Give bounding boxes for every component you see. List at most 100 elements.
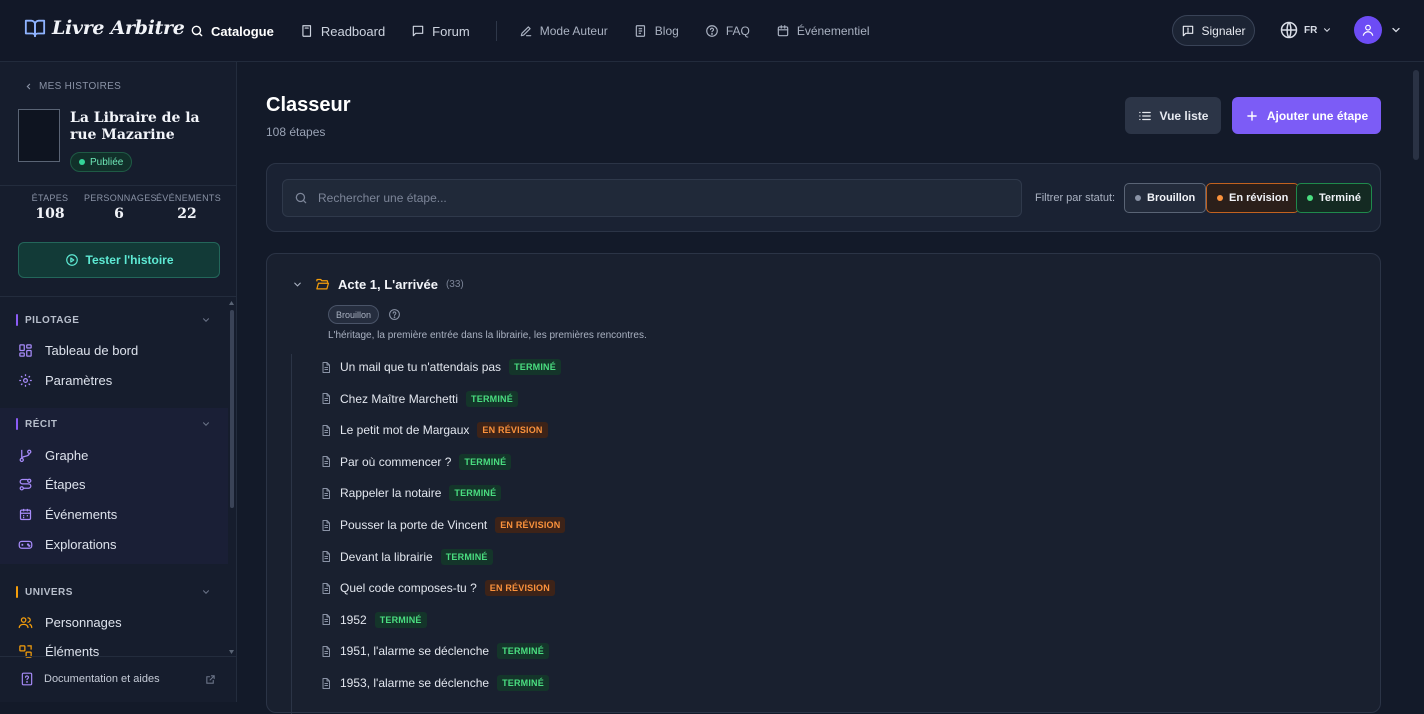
document-icon — [320, 455, 332, 468]
step-row[interactable]: Le petit mot de Margaux EN RÉVISION — [320, 422, 548, 439]
story-cover-image — [18, 109, 60, 162]
step-title: 1953, l'alarme se déclenche — [340, 676, 490, 690]
document-icon — [320, 645, 332, 658]
nav-evenementiel-label: Événementiel — [796, 24, 870, 38]
user-icon — [1361, 23, 1375, 37]
add-step-button[interactable]: Ajouter une étape — [1232, 97, 1381, 134]
divider — [0, 185, 237, 186]
filter-draft-chip[interactable]: Brouillon — [1124, 183, 1207, 213]
nav-divider — [495, 21, 497, 41]
sidebar-item-graph[interactable]: Graphe — [18, 448, 88, 463]
act-status-badge: Brouillon — [328, 305, 380, 324]
step-row[interactable]: Rappeler la notaire TERMINÉ — [320, 485, 502, 502]
step-row[interactable]: Chez Maître Marchetti TERMINÉ — [320, 390, 518, 407]
section-pilotage[interactable]: PILOTAGE — [16, 314, 79, 326]
sidebar-item-characters[interactable]: Personnages — [18, 615, 122, 630]
sidebar-item-label: Étapes — [45, 477, 86, 492]
step-row[interactable]: 1951, l'alarme se déclenche TERMINÉ — [320, 643, 549, 660]
sidebar-item-label: Graphe — [45, 448, 89, 463]
step-title: Rappeler la notaire — [340, 486, 442, 501]
step-row[interactable]: Par où commencer ? TERMINÉ — [320, 453, 512, 470]
step-title: Quel code composes-tu ? — [340, 581, 477, 596]
act-description: L'héritage, la première entrée dans la l… — [328, 330, 647, 341]
filter-review-chip[interactable]: En révision — [1206, 183, 1300, 213]
back-to-stories-link[interactable]: MES HISTOIRES — [24, 81, 121, 92]
sidebar-item-events[interactable]: Événements — [18, 507, 117, 522]
filter-chip-label: En révision — [1229, 192, 1289, 204]
globe-icon — [1279, 20, 1299, 40]
documentation-link[interactable]: Documentation et aides — [20, 672, 160, 686]
step-status-badge: TERMINÉ — [459, 453, 512, 470]
step-status-badge: TERMINÉ — [449, 485, 502, 502]
help-circle-icon[interactable] — [388, 308, 401, 321]
sidebar-item-dashboard[interactable]: Tableau de bord — [18, 343, 138, 358]
story-title: La Libraire de la rue Mazarine — [70, 110, 200, 143]
nav-faq[interactable]: FAQ — [705, 24, 750, 38]
help-circle-icon — [705, 24, 719, 38]
sidebar-item-settings[interactable]: Paramètres — [18, 373, 112, 388]
sidebar-scrollbar-thumb[interactable] — [230, 310, 234, 508]
search-icon — [190, 24, 204, 38]
app-logo[interactable]: Livre Arbitre — [24, 17, 185, 39]
step-status-badge: TERMINÉ — [440, 548, 493, 565]
nav-catalogue[interactable]: Catalogue — [190, 24, 274, 39]
report-button[interactable]: Signaler — [1172, 15, 1255, 46]
tree-connector — [291, 354, 292, 714]
step-row[interactable]: 1953, l'alarme se déclenche TERMINÉ — [320, 675, 549, 691]
search-input[interactable] — [318, 191, 998, 205]
user-menu-chevron-icon[interactable] — [1390, 24, 1402, 36]
document-icon — [320, 361, 332, 374]
nav-forum[interactable]: Forum — [411, 24, 470, 39]
search-icon — [294, 191, 308, 205]
status-badge: Publiée — [70, 152, 133, 172]
user-avatar[interactable] — [1354, 16, 1382, 44]
filter-done-chip[interactable]: Terminé — [1296, 183, 1372, 213]
step-row[interactable]: 1952 TERMINÉ — [320, 611, 427, 628]
nav-evenementiel[interactable]: Événementiel — [776, 24, 870, 38]
section-accent-bar — [16, 418, 18, 430]
step-row[interactable]: Quel code composes-tu ? EN RÉVISION — [320, 580, 555, 597]
status-dot — [79, 159, 85, 165]
section-univers[interactable]: UNIVERS — [16, 586, 73, 598]
page-scrollbar-thumb[interactable] — [1413, 70, 1419, 160]
search-box[interactable] — [282, 179, 1022, 217]
stat-characters: PERSONNAGES 6 — [84, 193, 157, 222]
step-row[interactable]: Devant la librairie TERMINÉ — [320, 548, 493, 565]
step-row[interactable]: Pousser la porte de Vincent EN RÉVISION — [320, 517, 566, 533]
step-title: Chez Maître Marchetti — [340, 391, 459, 406]
external-link-icon — [205, 674, 216, 685]
chevron-down-icon[interactable] — [201, 419, 211, 429]
language-code: FR — [1304, 24, 1318, 36]
chevron-down-icon — [292, 279, 303, 290]
gamepad-icon — [18, 537, 33, 552]
act-title: Acte 1, L'arrivée — [338, 277, 438, 292]
stat-label: ÉVÉNEMENTS — [156, 193, 222, 203]
document-icon — [320, 424, 332, 437]
document-icon — [320, 487, 332, 500]
sidebar: MES HISTOIRES La Libraire de la rue Maza… — [0, 62, 237, 702]
status-dot — [1217, 195, 1223, 201]
step-row[interactable]: Un mail que tu n'attendais pas TERMINÉ — [320, 359, 561, 375]
sidebar-item-label: Paramètres — [45, 373, 113, 388]
nav-mode-auteur-label: Mode Auteur — [539, 24, 608, 38]
stat-value: 22 — [177, 206, 197, 222]
chevron-down-icon[interactable] — [201, 315, 211, 325]
act-panel: Acte 1, L'arrivée (33) Brouillon L'hérit… — [266, 253, 1381, 714]
test-story-button[interactable]: Tester l'histoire — [18, 242, 220, 278]
main-nav: Catalogue Readboard Forum Mode Auteur Bl… — [190, 0, 896, 62]
section-recit[interactable]: RÉCIT — [16, 418, 58, 430]
chevron-down-icon[interactable] — [201, 587, 211, 597]
bookmark-book-icon — [300, 24, 314, 38]
sidebar-item-steps[interactable]: Étapes — [18, 477, 85, 492]
step-status-badge: TERMINÉ — [374, 611, 427, 628]
list-view-button[interactable]: Vue liste — [1125, 97, 1221, 134]
stat-label: ÉTAPES — [31, 193, 69, 203]
nav-readboard[interactable]: Readboard — [300, 24, 385, 39]
chat-icon — [411, 24, 425, 38]
step-title: Devant la librairie — [340, 549, 433, 564]
act-header[interactable]: Acte 1, L'arrivée (33) — [292, 277, 464, 292]
nav-blog[interactable]: Blog — [634, 24, 679, 38]
language-selector[interactable]: FR — [1279, 20, 1332, 40]
sidebar-item-explorations[interactable]: Explorations — [18, 537, 117, 552]
nav-mode-auteur[interactable]: Mode Auteur — [519, 24, 608, 38]
